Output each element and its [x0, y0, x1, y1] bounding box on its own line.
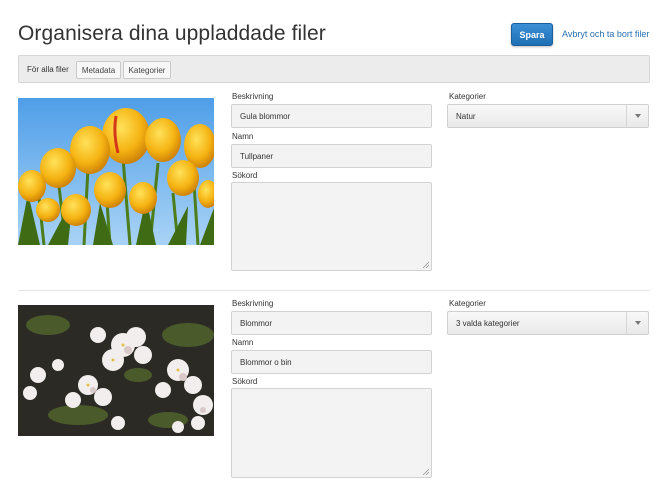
resize-grip-icon[interactable]	[422, 468, 429, 475]
name-input[interactable]: Blommor o bin	[231, 350, 432, 374]
save-button[interactable]: Spara	[511, 23, 553, 46]
name-label: Namn	[232, 132, 254, 141]
description-label: Beskrivning	[232, 299, 274, 308]
cancel-and-delete-link[interactable]: Avbryt och ta bort filer	[562, 29, 649, 39]
bulk-toolbar: För alla filer Metadata Kategorier	[18, 55, 650, 83]
resize-grip-icon[interactable]	[422, 261, 429, 268]
file-thumbnail-blossoms	[18, 305, 214, 436]
categories-label: Kategorier	[449, 299, 486, 308]
description-label: Beskrivning	[232, 92, 274, 101]
name-input[interactable]: Tullpaner	[231, 144, 432, 168]
categories-selected-value: 3 valda kategorier	[456, 318, 520, 328]
keywords-textarea[interactable]	[231, 182, 432, 271]
toolbar-label: För alla filer	[27, 65, 69, 74]
categories-selected-value: Natur	[456, 111, 476, 121]
file-thumbnail-tulips	[18, 98, 214, 245]
chevron-down-icon	[626, 312, 648, 334]
keywords-label: Sökord	[232, 171, 258, 180]
categories-select[interactable]: Natur	[447, 104, 649, 128]
description-input[interactable]: Blommor	[231, 311, 432, 335]
metadata-button[interactable]: Metadata	[76, 61, 121, 79]
file-divider	[18, 290, 650, 291]
page-title: Organisera dina uppladdade filer	[18, 22, 326, 45]
categories-button[interactable]: Kategorier	[123, 61, 171, 79]
categories-label: Kategorier	[449, 92, 486, 101]
description-input[interactable]: Gula blommor	[231, 104, 432, 128]
keywords-textarea[interactable]	[231, 388, 432, 478]
chevron-down-icon	[626, 105, 648, 127]
name-label: Namn	[232, 338, 254, 347]
keywords-label: Sökord	[232, 377, 258, 386]
categories-select[interactable]: 3 valda kategorier	[447, 311, 649, 335]
